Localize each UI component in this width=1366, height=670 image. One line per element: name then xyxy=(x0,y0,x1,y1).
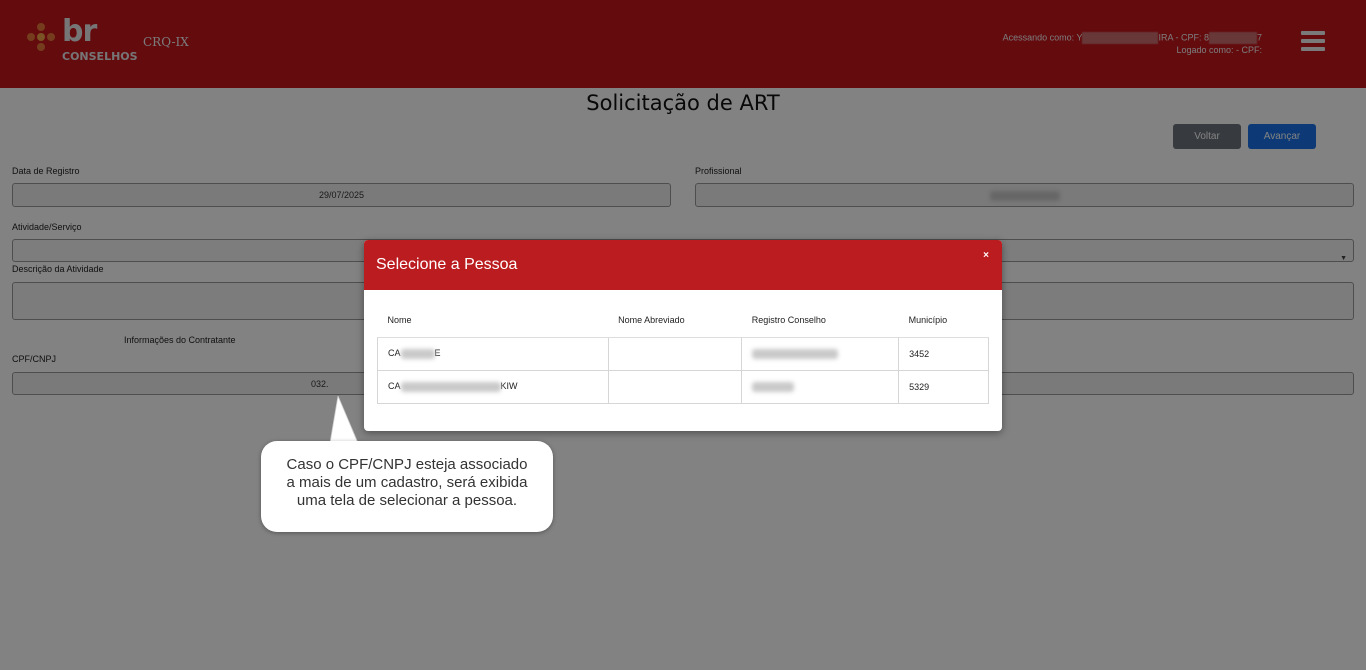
nome-cell[interactable]: CA E xyxy=(377,336,609,371)
redacted-registro xyxy=(752,348,839,359)
redacted-nome xyxy=(400,348,435,359)
column-header-nome: Nome xyxy=(377,304,609,338)
person-table: Nome Nome Abreviado Registro Conselho Mu… xyxy=(377,304,989,404)
registro-cell[interactable] xyxy=(741,369,900,404)
table-row[interactable]: CA KIW 5329 xyxy=(377,369,989,404)
column-header-nome-abreviado: Nome Abreviado xyxy=(608,304,742,338)
close-icon[interactable]: × xyxy=(983,250,989,261)
municipio-cell[interactable]: 3452 xyxy=(898,336,989,371)
callout-line-1: Caso o CPF/CNPJ esteja associado xyxy=(286,456,528,473)
column-header-registro: Registro Conselho xyxy=(741,304,899,338)
table-row[interactable]: CA E 3452 xyxy=(377,336,989,371)
callout-pointer-icon xyxy=(330,396,358,444)
callout-line-3: uma tela de selecionar a pessoa. xyxy=(296,492,518,509)
modal-header: Selecione a Pessoa × xyxy=(364,240,1002,290)
municipio-cell[interactable]: 5329 xyxy=(898,369,989,404)
column-header-municipio: Município xyxy=(898,304,989,338)
nome-cell[interactable]: CA KIW xyxy=(377,369,609,404)
registro-cell[interactable] xyxy=(741,336,900,371)
redacted-registro xyxy=(752,381,795,392)
help-callout: Caso o CPF/CNPJ esteja associado a mais … xyxy=(261,441,553,532)
table-header-row: Nome Nome Abreviado Registro Conselho Mu… xyxy=(377,304,989,338)
modal-title: Selecione a Pessoa xyxy=(376,256,518,273)
callout-line-2: a mais de um cadastro, será exibida xyxy=(286,474,528,491)
nome-abreviado-cell[interactable] xyxy=(607,369,743,404)
nome-abreviado-cell[interactable] xyxy=(607,336,743,371)
redacted-nome xyxy=(400,381,501,392)
select-person-modal: Selecione a Pessoa × Nome Nome Abreviado… xyxy=(364,240,1002,431)
